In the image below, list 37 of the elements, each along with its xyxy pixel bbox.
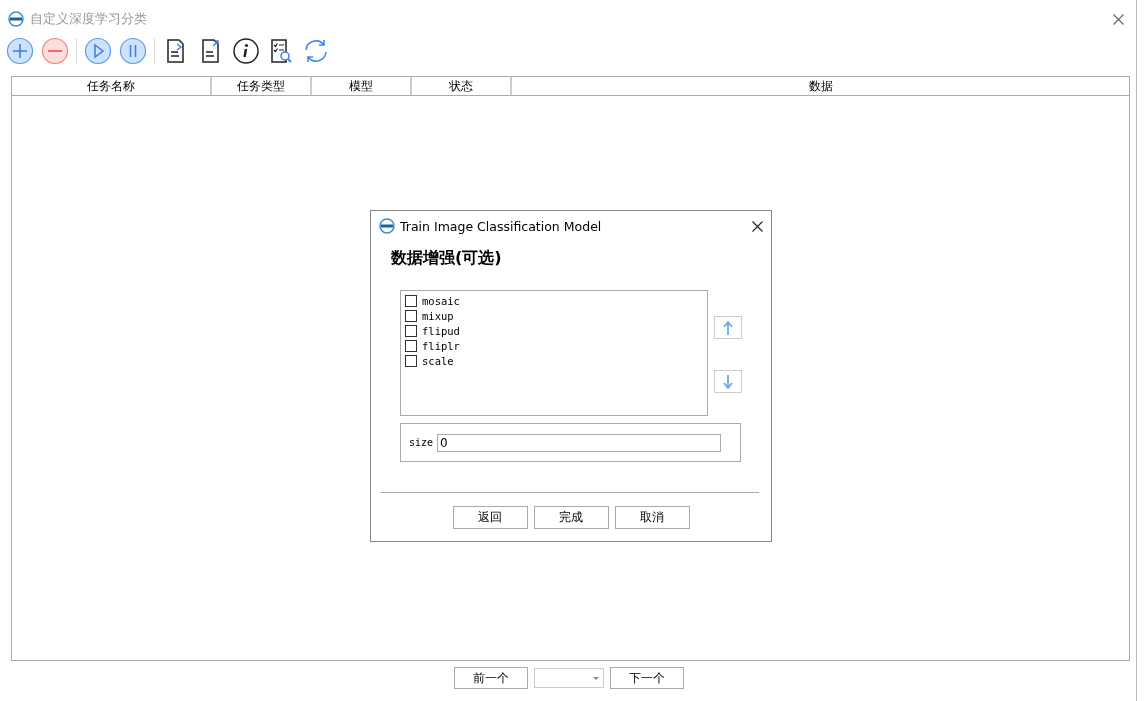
size-field[interactable]: 0	[437, 433, 722, 452]
column-header[interactable]: 任务类型	[212, 77, 312, 95]
info-icon[interactable]	[232, 37, 260, 65]
dropdown-caret-icon	[593, 676, 599, 680]
dialog-title: Train Image Classification Model	[400, 218, 602, 234]
section-heading: 数据增强(可选)	[391, 248, 503, 269]
column-header[interactable]: 任务名称	[12, 77, 212, 95]
play-icon[interactable]	[84, 37, 112, 65]
pause-icon[interactable]	[119, 37, 147, 65]
checkbox[interactable]	[405, 339, 417, 352]
remove-icon[interactable]	[41, 37, 69, 65]
column-header[interactable]: 状态	[412, 77, 512, 95]
option-label: fliplr	[422, 339, 460, 352]
logo-icon	[379, 218, 395, 234]
dialog-button[interactable]: 完成	[533, 506, 609, 529]
option-label: mosaic	[422, 294, 460, 307]
logo-icon	[8, 11, 24, 27]
window-title: 自定义深度学习分类	[30, 10, 147, 28]
checkbox[interactable]	[405, 324, 417, 337]
checkbox[interactable]	[405, 309, 417, 322]
column-header[interactable]: 模型	[312, 77, 412, 95]
down-arrow-icon	[723, 374, 733, 389]
checkbox[interactable]	[405, 354, 417, 367]
column-header[interactable]: 数据	[512, 77, 1129, 95]
previous-button[interactable]: 前一个	[454, 667, 528, 689]
option-label: scale	[422, 354, 454, 367]
refresh-icon[interactable]	[302, 37, 330, 65]
dialog-button[interactable]: 返回	[452, 506, 528, 529]
size-label: size	[409, 437, 434, 448]
up-arrow-icon	[723, 320, 733, 335]
dialog-button[interactable]: 取消	[614, 506, 690, 529]
option-label: flipud	[422, 324, 460, 337]
close-icon[interactable]	[752, 220, 763, 232]
checkbox[interactable]	[405, 294, 417, 307]
add-icon[interactable]	[6, 37, 34, 65]
option-label: mixup	[422, 309, 454, 322]
next-button[interactable]: 下一个	[610, 667, 684, 689]
